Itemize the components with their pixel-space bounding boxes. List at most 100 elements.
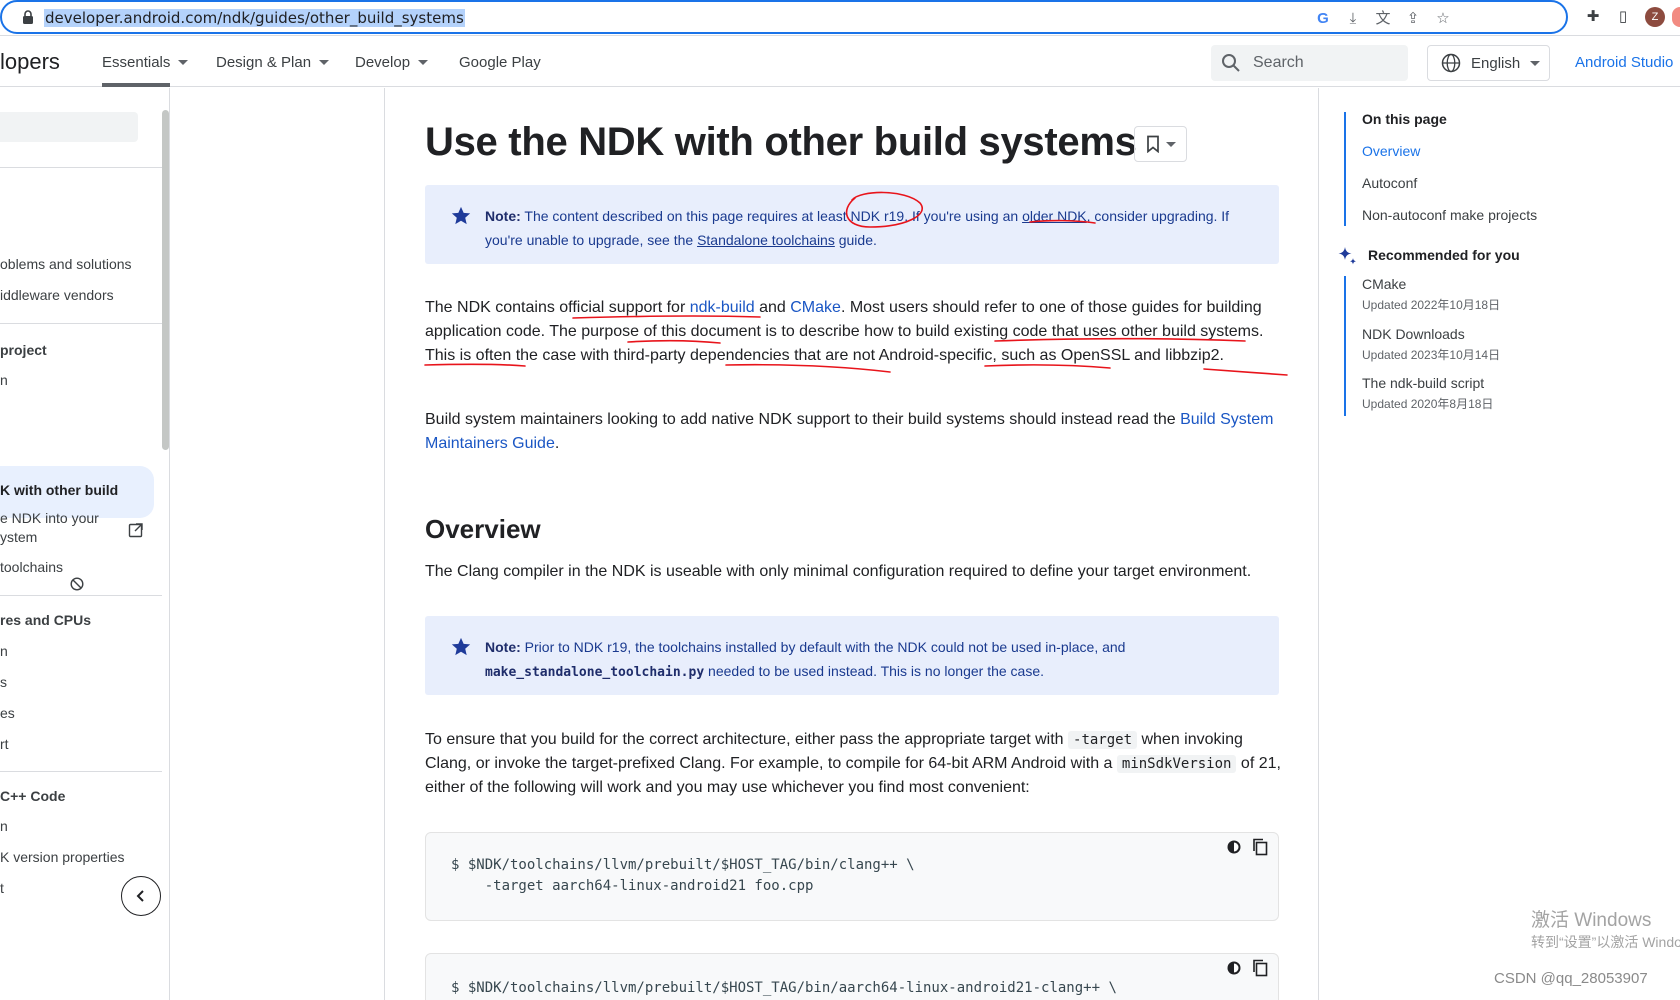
ndk-build-link[interactable]: ndk-build <box>690 299 755 316</box>
note-callout: Note: The content described on this page… <box>425 185 1279 264</box>
divider <box>0 771 162 772</box>
divider <box>0 595 162 596</box>
sidebar-section-heading[interactable]: project <box>0 342 47 358</box>
sidebar-item-label: K with other build <box>0 482 119 498</box>
chevron-down-icon <box>178 60 189 65</box>
recommended-item[interactable]: The ndk-build script <box>1362 375 1484 391</box>
para-text: The NDK contains official support for <box>425 299 690 316</box>
globe-icon <box>1441 53 1461 73</box>
sidebar-section-heading[interactable]: res and CPUs <box>0 612 91 628</box>
recommended-title: Recommended for you <box>1368 247 1520 263</box>
bookmark-icon <box>1146 135 1159 153</box>
install-app-icon[interactable]: ⤓ <box>1344 10 1362 28</box>
csdn-watermark: CSDN @qq_28053907 <box>1494 970 1648 987</box>
note-callout: Note: Prior to NDK r19, the toolchains i… <box>425 616 1279 695</box>
para-text: . <box>554 435 560 452</box>
star-icon <box>451 206 471 225</box>
nav-label: Develop <box>355 54 411 71</box>
sidebar-item[interactable]: iddleware vendors <box>0 285 114 305</box>
note-label: Note: <box>485 639 521 655</box>
content-border <box>384 88 385 1000</box>
recommended-indicator <box>1344 276 1346 416</box>
sidebar-item[interactable]: t <box>0 878 4 898</box>
extensions-icon[interactable]: ✚ <box>1584 8 1602 26</box>
android-studio-link[interactable]: Android Studio <box>1575 54 1673 71</box>
para-text: Build system maintainers looking to add … <box>425 411 1181 428</box>
cmake-link[interactable]: CMake <box>790 299 841 316</box>
note-label: Note: <box>485 208 521 224</box>
code-text[interactable]: $ $NDK/toolchains/llvm/prebuilt/$HOST_TA… <box>451 978 1117 999</box>
address-bar[interactable]: developer.android.com/ndk/guides/other_b… <box>0 0 1568 34</box>
site-header: lopers Essentials Design & Plan Develop … <box>0 37 1680 87</box>
sidebar-item[interactable]: oblems and solutions <box>0 254 132 274</box>
left-nav: oblems and solutions iddleware vendors p… <box>0 88 170 1000</box>
toc-border <box>1318 88 1319 1000</box>
note-text: guide. <box>834 232 877 248</box>
sidebar-scrollbar[interactable] <box>162 110 169 450</box>
sidebar-item[interactable]: rt <box>0 734 9 754</box>
search-placeholder: Search <box>1253 54 1304 71</box>
toc-item-overview[interactable]: Overview <box>1362 143 1420 159</box>
language-selector[interactable]: English <box>1427 45 1550 81</box>
nav-google-play[interactable]: Google Play <box>459 54 541 71</box>
chevron-down-icon <box>319 60 330 65</box>
search-icon <box>1222 54 1240 72</box>
sidebar-section-heading[interactable]: C++ Code <box>0 788 65 804</box>
recommended-item[interactable]: NDK Downloads <box>1362 326 1465 342</box>
sidebar-item[interactable]: n <box>0 816 8 836</box>
theme-toggle-icon[interactable] <box>1224 837 1244 857</box>
nav-develop[interactable]: Develop <box>355 54 429 71</box>
chevron-down-icon <box>1165 141 1176 147</box>
toc-item-autoconf[interactable]: Autoconf <box>1362 175 1417 191</box>
nav-filter-box[interactable] <box>0 112 138 142</box>
windows-activation-title: 激活 Windows <box>1531 910 1652 931</box>
sidebar-item[interactable]: n <box>0 370 8 390</box>
url-text[interactable]: developer.android.com/ndk/guides/other_b… <box>44 9 465 27</box>
sidebar-item[interactable]: ystem <box>0 527 37 547</box>
standalone-toolchains-link[interactable]: Standalone toolchains <box>697 232 835 248</box>
note-text: . If you're using an <box>904 208 1023 224</box>
theme-toggle-icon[interactable] <box>1224 958 1244 978</box>
copy-icon[interactable] <box>1250 837 1270 857</box>
windows-activation-hint: 转到“设置”以激活 Windows。 <box>1531 934 1680 950</box>
sidebar-item[interactable]: e NDK into your <box>0 508 99 528</box>
sidebar-item[interactable]: s <box>0 672 7 692</box>
intro-paragraph: The NDK contains official support for nd… <box>425 296 1285 368</box>
copy-icon[interactable] <box>1250 958 1270 978</box>
nav-essentials[interactable]: Essentials <box>102 54 189 71</box>
toc-item-non-autoconf[interactable]: Non-autoconf make projects <box>1362 207 1537 223</box>
site-brand[interactable]: lopers <box>0 49 60 75</box>
nav-label: Design & Plan <box>216 54 312 71</box>
google-lens-icon[interactable]: G <box>1314 10 1332 28</box>
note-text: Prior to NDK r19, the toolchains install… <box>520 639 1126 655</box>
nav-design-plan[interactable]: Design & Plan <box>216 54 330 71</box>
sidebar-item[interactable]: K version properties <box>0 847 125 867</box>
sidebar-item[interactable]: n <box>0 641 8 661</box>
underline-mark <box>1203 368 1288 376</box>
profile-menu-edge[interactable] <box>1672 7 1680 27</box>
bookmark-button[interactable] <box>1134 126 1187 162</box>
translate-icon[interactable]: 文 <box>1374 10 1392 28</box>
code-tools <box>1224 837 1270 857</box>
older-ndk-link[interactable]: older NDK <box>1022 208 1087 224</box>
share-icon[interactable]: ⇪ <box>1404 10 1422 28</box>
toc-title: On this page <box>1362 111 1447 127</box>
para-text: and <box>754 299 791 316</box>
bookmark-star-icon[interactable]: ☆ <box>1434 10 1452 28</box>
profile-avatar[interactable]: Z <box>1645 7 1665 27</box>
code-text[interactable]: $ $NDK/toolchains/llvm/prebuilt/$HOST_TA… <box>451 855 915 897</box>
sidebar-item[interactable]: toolchains <box>0 557 63 577</box>
collapse-sidebar-button[interactable] <box>121 876 161 916</box>
code-block[interactable]: $ $NDK/toolchains/llvm/prebuilt/$HOST_TA… <box>425 953 1279 1000</box>
search-input[interactable]: Search <box>1211 45 1408 81</box>
nav-label: Essentials <box>102 54 171 71</box>
browser-toolbar: developer.android.com/ndk/guides/other_b… <box>0 0 1680 36</box>
sidebar-item[interactable]: es <box>0 703 15 723</box>
recommended-item[interactable]: CMake <box>1362 276 1406 292</box>
side-panel-icon[interactable]: ▯ <box>1614 8 1632 26</box>
code-block[interactable]: $ $NDK/toolchains/llvm/prebuilt/$HOST_TA… <box>425 832 1279 921</box>
inline-code: make_standalone_toolchain.py <box>485 665 705 680</box>
lock-icon[interactable] <box>22 10 34 24</box>
toc-indicator <box>1344 112 1346 226</box>
ndk-r19-link[interactable]: NDK r19 <box>851 208 905 224</box>
